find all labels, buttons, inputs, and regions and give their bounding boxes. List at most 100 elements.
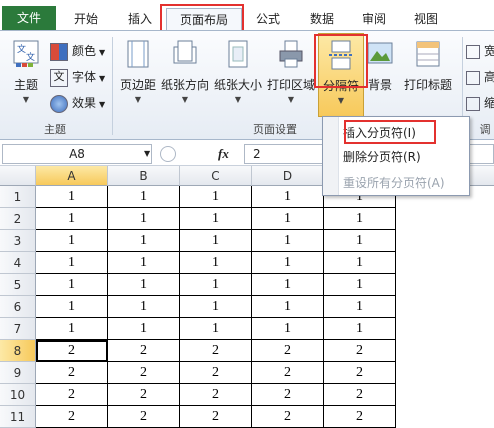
table-cell[interactable]: 2: [252, 384, 324, 406]
table-cell[interactable]: 1: [252, 318, 324, 340]
table-cell[interactable]: 2: [252, 340, 324, 362]
row-header[interactable]: 6: [0, 296, 36, 318]
row-header[interactable]: 5: [0, 274, 36, 296]
name-box[interactable]: A8: [2, 144, 152, 164]
table-cell[interactable]: 1: [36, 230, 108, 252]
row-header[interactable]: 11: [0, 406, 36, 428]
table-cell[interactable]: 2: [36, 340, 108, 362]
reset-all-page-breaks-item[interactable]: 重设所有分页符(A): [343, 173, 445, 193]
orientation-button[interactable]: 纸张方向 ▼: [160, 39, 210, 104]
scale-button[interactable]: 缩: [466, 93, 494, 113]
insert-page-break-item[interactable]: 插入分页符(I): [343, 123, 416, 143]
table-cell[interactable]: 2: [180, 340, 252, 362]
size-button[interactable]: 纸张大小 ▼: [212, 39, 264, 104]
table-cell[interactable]: 1: [108, 230, 180, 252]
table-cell[interactable]: 1: [180, 230, 252, 252]
table-cell[interactable]: 1: [36, 186, 108, 208]
row-header[interactable]: 8: [0, 340, 36, 362]
table-cell[interactable]: 1: [252, 296, 324, 318]
table-cell[interactable]: 1: [252, 208, 324, 230]
column-header-d[interactable]: D: [252, 166, 324, 186]
table-cell[interactable]: 1: [252, 230, 324, 252]
table-cell[interactable]: 2: [324, 362, 396, 384]
row-header[interactable]: 10: [0, 384, 36, 406]
row-header[interactable]: 2: [0, 208, 36, 230]
chevron-down-icon[interactable]: ▼: [144, 146, 156, 162]
tab-review[interactable]: 审阅: [350, 8, 398, 30]
table-cell[interactable]: 2: [324, 340, 396, 362]
table-cell[interactable]: 1: [324, 230, 396, 252]
select-all-corner[interactable]: [0, 166, 36, 186]
table-cell[interactable]: 1: [324, 274, 396, 296]
table-cell[interactable]: 1: [108, 252, 180, 274]
margins-button[interactable]: 页边距 ▼: [116, 39, 160, 104]
row-header[interactable]: 3: [0, 230, 36, 252]
width-button[interactable]: 宽: [466, 41, 494, 61]
row-header[interactable]: 4: [0, 252, 36, 274]
table-cell[interactable]: 2: [108, 384, 180, 406]
fonts-button[interactable]: 文字体 ▼: [50, 67, 105, 87]
table-cell[interactable]: 1: [108, 208, 180, 230]
table-cell[interactable]: 1: [36, 296, 108, 318]
table-cell[interactable]: 2: [180, 406, 252, 428]
tab-insert[interactable]: 插入: [116, 8, 164, 30]
table-cell[interactable]: 1: [180, 252, 252, 274]
table-cell[interactable]: 2: [36, 384, 108, 406]
table-cell[interactable]: 1: [36, 252, 108, 274]
remove-page-break-item[interactable]: 删除分页符(R): [343, 147, 421, 167]
height-button[interactable]: 高: [466, 67, 494, 87]
table-cell[interactable]: 2: [252, 406, 324, 428]
table-cell[interactable]: 1: [252, 252, 324, 274]
expand-icon[interactable]: [160, 146, 176, 162]
background-button[interactable]: 背景: [364, 39, 396, 93]
breaks-label: 分隔符: [322, 79, 359, 93]
print-area-button[interactable]: 打印区域 ▼: [266, 39, 316, 104]
table-cell[interactable]: 1: [324, 318, 396, 340]
table-cell[interactable]: 2: [36, 362, 108, 384]
table-cell[interactable]: 1: [108, 186, 180, 208]
table-cell[interactable]: 2: [180, 384, 252, 406]
table-cell[interactable]: 1: [108, 274, 180, 296]
table-cell[interactable]: 1: [180, 318, 252, 340]
tab-formulas[interactable]: 公式: [244, 8, 292, 30]
table-cell[interactable]: 1: [252, 274, 324, 296]
table-cell[interactable]: 2: [108, 340, 180, 362]
table-cell[interactable]: 1: [36, 274, 108, 296]
tab-file[interactable]: 文件: [2, 6, 56, 30]
tab-home[interactable]: 开始: [62, 8, 110, 30]
table-cell[interactable]: 1: [324, 296, 396, 318]
table-cell[interactable]: 1: [180, 208, 252, 230]
table-cell[interactable]: 1: [180, 274, 252, 296]
table-cell[interactable]: 2: [252, 362, 324, 384]
effects-button[interactable]: 效果 ▼: [50, 93, 105, 113]
table-cell[interactable]: 1: [108, 318, 180, 340]
colors-button[interactable]: 颜色 ▼: [50, 41, 105, 61]
row-header[interactable]: 9: [0, 362, 36, 384]
table-cell[interactable]: 1: [324, 252, 396, 274]
table-cell[interactable]: 2: [108, 362, 180, 384]
themes-button[interactable]: 文 文 主题 ▼: [6, 39, 46, 104]
column-header-b[interactable]: B: [108, 166, 180, 186]
column-header-c[interactable]: C: [180, 166, 252, 186]
table-cell[interactable]: 2: [108, 406, 180, 428]
row-header[interactable]: 1: [0, 186, 36, 208]
table-cell[interactable]: 2: [180, 362, 252, 384]
table-cell[interactable]: 1: [324, 208, 396, 230]
column-header-a[interactable]: A: [36, 166, 108, 186]
table-cell[interactable]: 1: [180, 186, 252, 208]
row-header[interactable]: 7: [0, 318, 36, 340]
breaks-button[interactable]: 分隔符 ▼: [318, 33, 364, 117]
table-cell[interactable]: 1: [252, 186, 324, 208]
table-cell[interactable]: 1: [180, 296, 252, 318]
table-cell[interactable]: 1: [36, 208, 108, 230]
tab-view[interactable]: 视图: [402, 8, 450, 30]
table-cell[interactable]: 1: [108, 296, 180, 318]
tab-page-layout[interactable]: 页面布局: [166, 8, 242, 31]
table-cell[interactable]: 2: [36, 406, 108, 428]
table-cell[interactable]: 1: [36, 318, 108, 340]
table-cell[interactable]: 2: [324, 406, 396, 428]
tab-data[interactable]: 数据: [298, 8, 346, 30]
fx-icon[interactable]: fx: [218, 145, 240, 163]
print-titles-button[interactable]: 打印标题: [400, 39, 456, 93]
table-cell[interactable]: 2: [324, 384, 396, 406]
